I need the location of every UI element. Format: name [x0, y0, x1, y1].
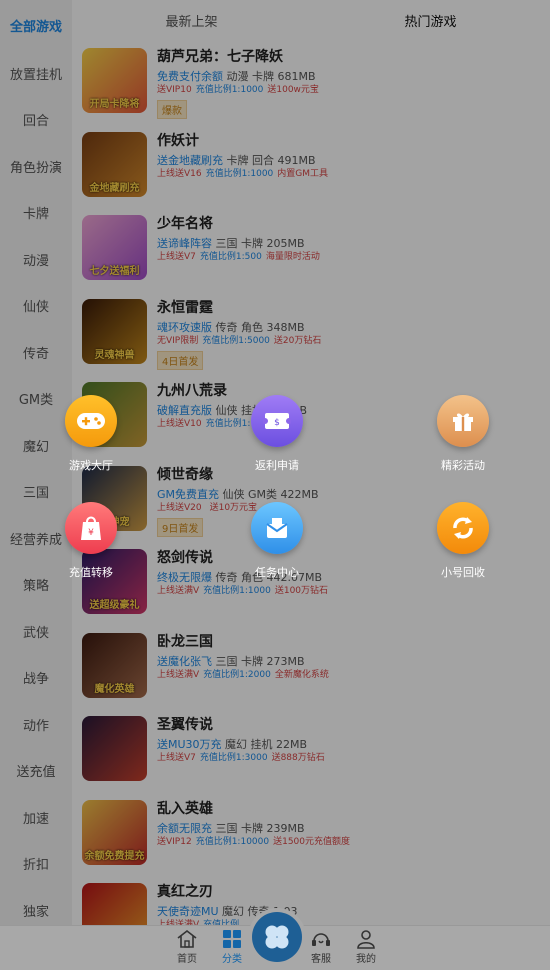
nav-service-label: 客服: [311, 954, 331, 965]
nav-category[interactable]: 分类: [212, 929, 252, 965]
recharge-transfer-label: 充值转移: [69, 566, 113, 579]
ticket-icon: $: [251, 395, 303, 447]
user-icon: [357, 930, 375, 949]
clover-icon: [265, 925, 289, 949]
game-hall-label: 游戏大厅: [69, 459, 113, 472]
nav-service[interactable]: 客服: [301, 929, 341, 965]
recycle-icon: [437, 502, 489, 554]
nav-home[interactable]: 首页: [167, 929, 207, 965]
menu-overlay[interactable]: [0, 0, 550, 970]
alt-recycle-button[interactable]: 小号回收: [413, 502, 513, 580]
inbox-icon: [251, 502, 303, 554]
task-center-label: 任务中心: [255, 566, 299, 579]
nav-category-label: 分类: [222, 954, 242, 965]
task-center-button[interactable]: 任务中心: [227, 502, 327, 580]
wallet-icon: ¥: [65, 502, 117, 554]
events-button[interactable]: 精彩活动: [413, 395, 513, 473]
nav-mine-label: 我的: [356, 954, 376, 965]
recharge-transfer-button[interactable]: ¥ 充值转移: [41, 502, 141, 580]
svg-text:¥: ¥: [88, 528, 94, 538]
home-icon: [177, 929, 197, 948]
nav-home-label: 首页: [177, 954, 197, 965]
events-label: 精彩活动: [441, 459, 485, 472]
game-hall-button[interactable]: 游戏大厅: [41, 395, 141, 473]
svg-text:$: $: [274, 418, 280, 428]
gamepad-icon: [65, 395, 117, 447]
menu-close-fab[interactable]: [252, 912, 302, 962]
headset-icon: [312, 933, 330, 946]
gift-icon: [437, 395, 489, 447]
nav-mine[interactable]: 我的: [346, 929, 386, 965]
rebate-label: 返利申请: [255, 459, 299, 472]
rebate-button[interactable]: $ 返利申请: [227, 395, 327, 473]
grid-icon: [223, 930, 241, 948]
alt-recycle-label: 小号回收: [441, 566, 485, 579]
